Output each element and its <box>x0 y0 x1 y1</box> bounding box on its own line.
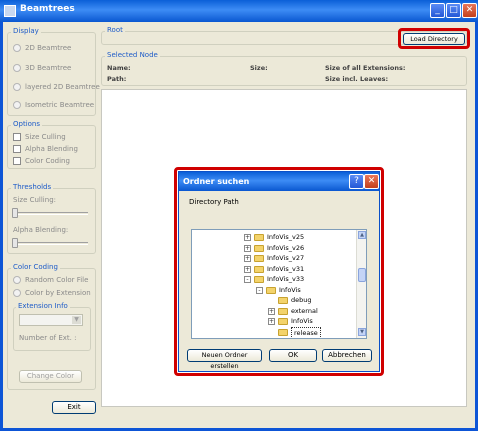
size-all-extensions-label: Size of all Extensions: <box>325 64 406 72</box>
folder-icon <box>278 328 288 336</box>
folder-browse-dialog: Ordner suchen ? ✕ Directory Path + InfoVi… <box>178 171 380 372</box>
scroll-thumb[interactable] <box>358 268 366 282</box>
number-of-ext-label: Number of Ext. : <box>19 334 77 342</box>
tree-item-label[interactable]: InfoVis_v33 <box>267 274 304 284</box>
tree-item-label[interactable]: external <box>291 306 318 316</box>
radio-button-icon[interactable] <box>13 44 21 52</box>
dialog-title-bar[interactable]: Ordner suchen ? ✕ <box>179 172 379 191</box>
ok-button[interactable]: OK <box>269 349 317 362</box>
size-label: Size: <box>250 64 268 72</box>
folder-tree[interactable]: + InfoVis_v25 + InfoVis_v26 + InfoVis_v27 + Inf… <box>191 229 367 339</box>
path-label: Path: <box>107 75 127 83</box>
display-option-label: 3D Beamtree <box>25 64 72 72</box>
tree-item-label[interactable]: InfoVis_v27 <box>267 253 304 263</box>
size-culling-slider-track[interactable] <box>14 212 88 215</box>
tree-item-label[interactable]: InfoVis <box>291 316 313 326</box>
exit-button[interactable]: Exit <box>52 401 96 414</box>
selected-node-group <box>101 56 467 86</box>
tree-scrollbar[interactable]: ▲ ▼ <box>356 230 366 338</box>
tree-item-label[interactable]: debug <box>291 295 312 305</box>
checkbox-label: Size Culling <box>25 133 66 141</box>
selected-node-title: Selected Node <box>105 51 160 59</box>
folder-icon <box>266 286 276 294</box>
folder-icon <box>254 265 264 273</box>
checkbox-icon[interactable] <box>13 133 21 141</box>
change-color-button[interactable]: Change Color <box>19 370 82 383</box>
alpha-blending-slider-track[interactable] <box>14 242 88 245</box>
tree-item-label[interactable]: InfoVis <box>279 285 301 295</box>
radio-label: Random Color File <box>25 276 89 284</box>
directory-path-label: Directory Path <box>189 198 239 206</box>
checkbox-label: Alpha Blending <box>25 145 78 153</box>
scroll-down-icon[interactable]: ▼ <box>358 328 366 336</box>
folder-icon <box>254 244 264 252</box>
new-folder-button[interactable]: Neuen Ordner erstellen <box>187 349 262 370</box>
expand-icon[interactable]: + <box>244 234 251 241</box>
scroll-up-icon[interactable]: ▲ <box>358 231 366 239</box>
dialog-close-button[interactable]: ✕ <box>364 174 379 189</box>
folder-tree-rows: + InfoVis_v25 + InfoVis_v26 + InfoVis_v27 + Inf… <box>192 232 356 338</box>
extension-select[interactable]: ▼ <box>19 314 83 326</box>
folder-icon <box>254 234 264 241</box>
tree-item-label[interactable]: release <box>291 326 321 338</box>
checkbox-label: Color Coding <box>25 157 70 165</box>
checkbox-icon[interactable] <box>13 157 21 165</box>
load-directory-button[interactable]: Load Directory <box>403 33 465 45</box>
radio-button-icon[interactable] <box>13 83 21 91</box>
radio-button-icon[interactable] <box>13 289 21 297</box>
maximize-button[interactable]: □ <box>446 3 461 18</box>
folder-icon <box>278 307 288 315</box>
radio-label: Color by Extension <box>25 289 91 297</box>
root-group-title: Root <box>105 26 125 34</box>
folder-icon <box>278 297 288 304</box>
extension-info-title: Extension Info <box>16 302 70 310</box>
help-button[interactable]: ? <box>349 174 364 189</box>
collapse-icon[interactable]: - <box>256 286 263 294</box>
tree-item-label[interactable]: InfoVis_v25 <box>267 232 304 242</box>
chevron-down-icon[interactable]: ▼ <box>72 316 81 324</box>
color-coding-group-title: Color Coding <box>11 263 60 271</box>
thresholds-group-title: Thresholds <box>11 183 54 191</box>
size-culling-label: Size Culling: <box>13 196 56 204</box>
collapse-icon[interactable]: - <box>244 276 251 283</box>
radio-button-icon[interactable] <box>13 101 21 109</box>
dialog-title: Ordner suchen <box>183 177 250 186</box>
folder-icon <box>254 276 264 283</box>
cancel-button[interactable]: Abbrechen <box>322 349 372 362</box>
tree-item-label[interactable]: InfoVis_v31 <box>267 264 304 274</box>
alpha-blending-label: Alpha Blending: <box>13 226 69 234</box>
display-option-label: layered 2D Beamtree <box>25 83 100 91</box>
title-bar[interactable]: Beamtrees _ □ ✕ <box>0 0 478 22</box>
radio-button-icon[interactable] <box>13 64 21 72</box>
size-culling-slider-thumb[interactable] <box>12 208 18 218</box>
display-group-title: Display <box>11 27 41 35</box>
checkbox-icon[interactable] <box>13 145 21 153</box>
alpha-blending-slider-thumb[interactable] <box>12 238 18 248</box>
expand-icon[interactable]: + <box>244 265 251 273</box>
tree-item-label[interactable]: InfoVis_v26 <box>267 243 304 253</box>
options-group-title: Options <box>11 120 43 128</box>
expand-icon[interactable]: + <box>268 307 275 315</box>
app-icon <box>4 5 16 17</box>
display-option-label: Isometric Beamtree <box>25 101 95 109</box>
minimize-button[interactable]: _ <box>430 3 445 18</box>
name-label: Name: <box>107 64 131 72</box>
expand-icon[interactable]: + <box>244 255 251 262</box>
expand-icon[interactable]: + <box>268 318 275 325</box>
size-incl-leaves-label: Size incl. Leaves: <box>325 75 389 83</box>
close-button[interactable]: ✕ <box>462 3 477 18</box>
folder-icon <box>254 255 264 262</box>
expand-icon[interactable]: + <box>244 244 251 252</box>
display-option-label: 2D Beamtree <box>25 44 72 52</box>
radio-button-icon[interactable] <box>13 276 21 284</box>
folder-icon <box>278 318 288 325</box>
window-title: Beamtrees <box>20 4 75 14</box>
